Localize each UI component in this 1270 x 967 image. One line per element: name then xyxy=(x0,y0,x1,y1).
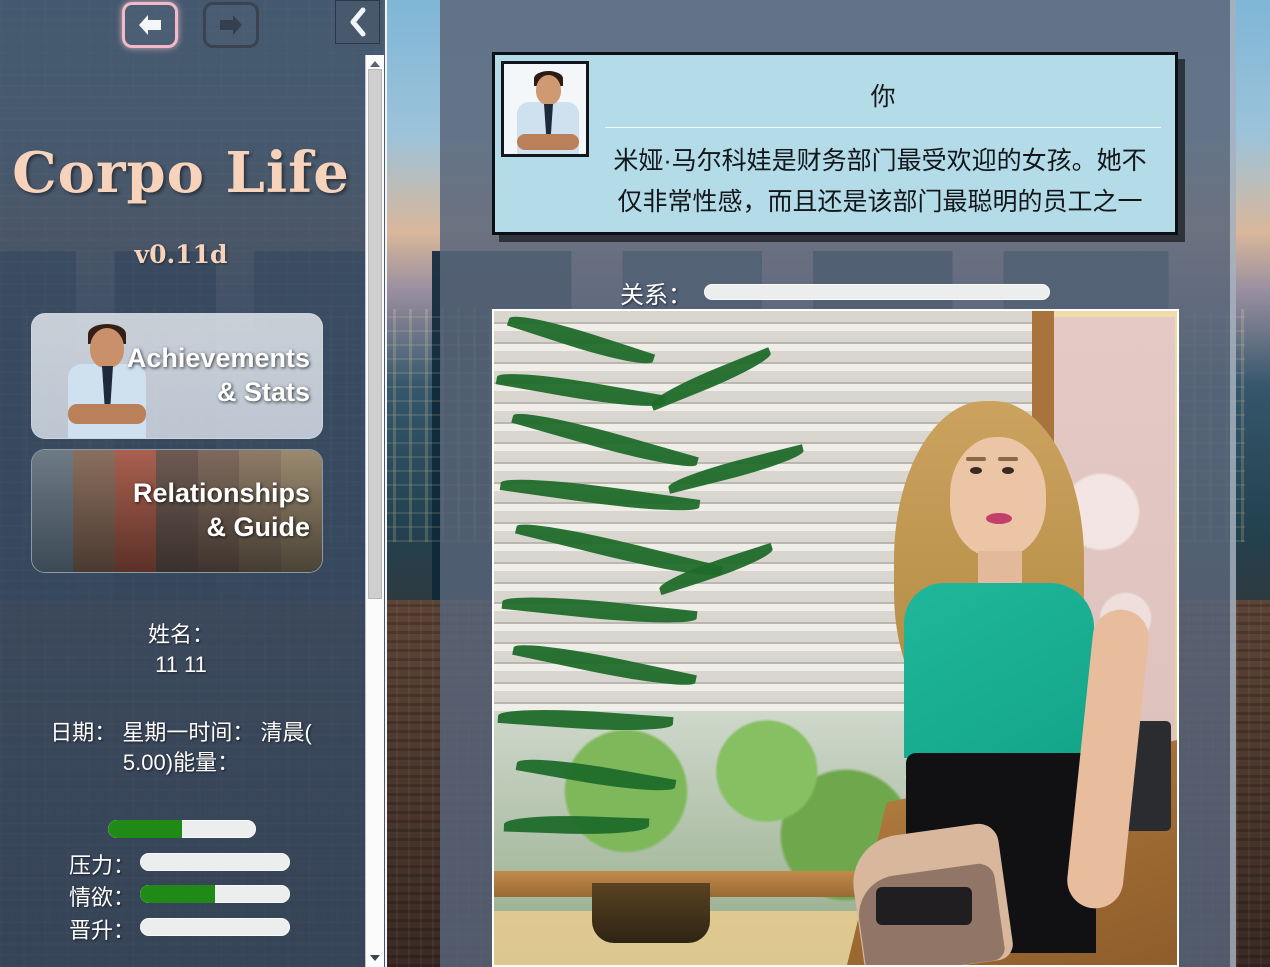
game-screen: Corpo Life v0.11d Achievements & Stats R… xyxy=(0,0,1270,967)
relationship-label: 关系： xyxy=(620,281,692,309)
sidebar-scrollbar[interactable] xyxy=(365,55,384,967)
forward-button[interactable] xyxy=(203,2,259,48)
lust-bar-fill xyxy=(140,885,215,903)
stress-label: 压力： xyxy=(68,853,135,878)
relationship-meter: 关系： xyxy=(620,280,1050,309)
menu-label-line2: & Guide xyxy=(206,512,310,542)
player-name-label: 姓名： xyxy=(147,622,214,647)
avatar xyxy=(501,61,589,157)
menu-item-achievements-label: Achievements & Stats xyxy=(127,314,310,438)
menu-item-relationships[interactable]: Relationships & Guide xyxy=(31,449,323,573)
energy-bar-fill xyxy=(108,820,182,838)
player-name-value: 11 11 xyxy=(155,652,207,677)
panel-seam-right xyxy=(1230,0,1236,967)
palm-plant xyxy=(495,311,806,951)
lust-label: 情欲： xyxy=(68,885,135,910)
chevron-left-icon xyxy=(350,7,365,37)
back-button[interactable] xyxy=(122,2,178,48)
promotion-bar xyxy=(140,918,290,936)
plant-pot xyxy=(592,883,710,943)
menu-label-line1: Achievements xyxy=(126,343,310,374)
dialogue-text: 米娅·马尔科娃是财务部门最受欢迎的女孩。她不仅非常性感，而且还是该部门最聪明的员… xyxy=(613,147,1147,217)
caret-up-icon xyxy=(370,61,380,67)
forward-arrow-icon xyxy=(220,15,242,35)
sidebar: Corpo Life v0.11d Achievements & Stats R… xyxy=(0,0,385,967)
scroll-down-button[interactable] xyxy=(366,951,384,965)
character-photo[interactable] xyxy=(492,309,1179,967)
game-version: v0.11d xyxy=(134,240,228,269)
relationship-bar xyxy=(704,284,1050,300)
back-arrow-icon xyxy=(139,15,161,35)
promotion-label: 晋升： xyxy=(68,918,135,943)
character-figure xyxy=(847,401,1166,965)
sidebar-content: Corpo Life v0.11d Achievements & Stats R… xyxy=(0,0,385,967)
date-time-energy-text: 日期： 星期一时间： 清晨( 5.00)能量： xyxy=(50,720,312,775)
dialogue-speaker-name: 你 xyxy=(870,83,896,111)
scrollbar-thumb[interactable] xyxy=(368,69,382,599)
lust-bar xyxy=(140,885,290,903)
game-title: Corpo Life xyxy=(12,140,350,206)
menu-item-achievements[interactable]: Achievements & Stats xyxy=(31,313,323,439)
stress-bar xyxy=(140,853,290,871)
dialogue-divider xyxy=(605,127,1161,128)
menu-item-relationships-label: Relationships & Guide xyxy=(133,450,310,572)
collapse-sidebar-button[interactable] xyxy=(335,0,380,44)
menu-label-line1: Relationships xyxy=(132,478,310,509)
energy-bar xyxy=(108,820,256,838)
caret-down-icon xyxy=(370,955,380,961)
dialogue-box[interactable]: 你 米娅·马尔科娃是财务部门最受欢迎的女孩。她不仅非常性感，而且还是该部门最聪明… xyxy=(492,52,1178,235)
menu-label-line2: & Stats xyxy=(216,377,310,407)
